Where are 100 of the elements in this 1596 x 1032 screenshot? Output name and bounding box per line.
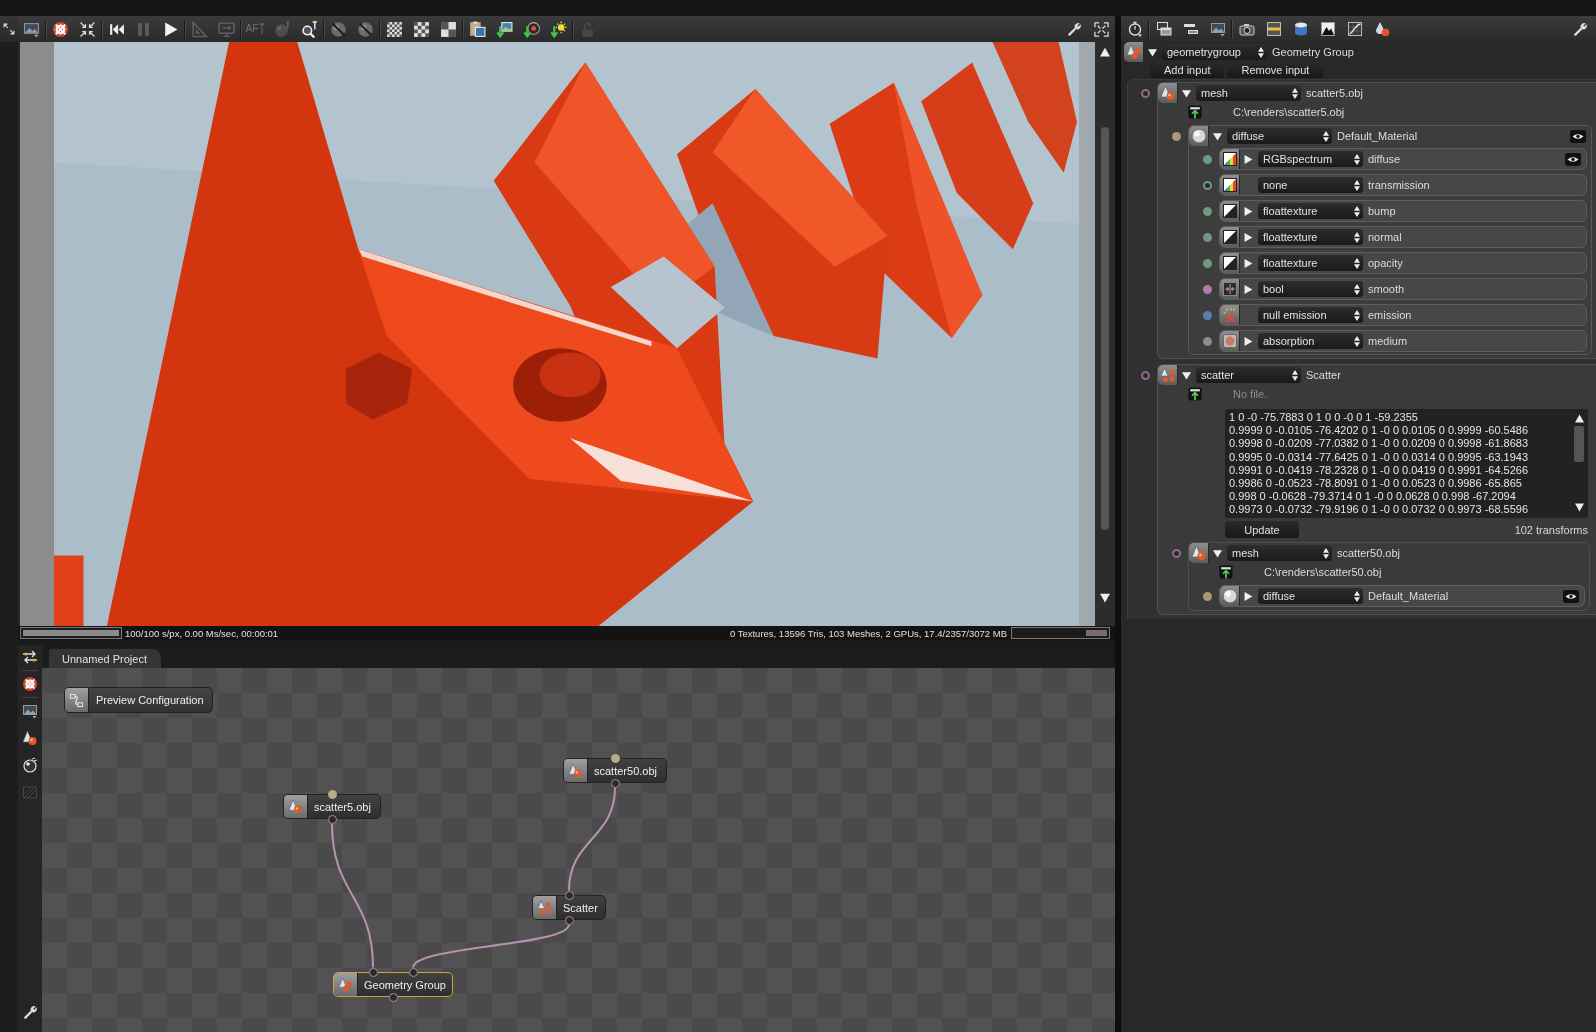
triangle-icon[interactable]	[1213, 548, 1222, 558]
upload-icon[interactable]	[1188, 105, 1202, 119]
port-icon[interactable]	[1172, 548, 1181, 558]
sphere-slash-icon[interactable]	[330, 20, 347, 38]
eye-icon[interactable]	[1570, 129, 1586, 143]
sphere-icon[interactable]	[22, 757, 38, 773]
port-icon[interactable]	[1203, 232, 1212, 242]
wrench-icon[interactable]	[22, 1005, 38, 1020]
wrench-icon[interactable]	[1573, 21, 1588, 37]
port-icon[interactable]	[1203, 336, 1212, 346]
port-icon[interactable]	[368, 967, 378, 977]
striped-square-icon[interactable]	[1265, 21, 1282, 37]
triangle-icon[interactable]	[1244, 591, 1253, 601]
type-dropdown[interactable]: mesh	[1227, 545, 1332, 561]
play-icon[interactable]	[162, 20, 179, 38]
sphere-icon[interactable]	[1189, 126, 1209, 146]
up-arrow-icon[interactable]	[1573, 414, 1585, 423]
image-icon[interactable]	[22, 703, 38, 719]
type-dropdown[interactable]: none	[1258, 177, 1363, 193]
stacked-windows-icon[interactable]	[1155, 21, 1172, 37]
cone-spheres-icon[interactable]	[1124, 42, 1144, 62]
wrench-icon[interactable]	[1067, 21, 1082, 37]
port-icon[interactable]	[327, 789, 337, 799]
upload-icon[interactable]	[1188, 387, 1202, 401]
sphere-icon[interactable]	[1220, 586, 1240, 606]
port-icon[interactable]	[564, 915, 574, 925]
bars-icon[interactable]	[1182, 21, 1199, 37]
type-dropdown[interactable]: diffuse	[1227, 128, 1332, 144]
sphere-swatch-icon[interactable]	[1220, 331, 1240, 351]
eye-icon[interactable]	[1565, 152, 1581, 166]
swap-arrows-icon[interactable]	[22, 649, 38, 665]
disc-arrow-icon[interactable]	[523, 20, 540, 38]
triangle-icon[interactable]	[1182, 370, 1191, 380]
fine-checker-icon[interactable]	[386, 20, 403, 38]
triangle-icon[interactable]	[1182, 88, 1191, 98]
camera-icon[interactable]	[1238, 21, 1255, 37]
down-arrow-icon[interactable]	[1099, 593, 1111, 603]
checker-icon[interactable]	[413, 20, 430, 38]
toggle-icon[interactable]	[1220, 279, 1240, 299]
port-icon[interactable]	[327, 814, 337, 824]
scrollbar-thumb[interactable]	[1574, 426, 1584, 462]
type-dropdown[interactable]: floattexture	[1258, 203, 1363, 219]
port-icon[interactable]	[1141, 88, 1150, 98]
port-icon[interactable]	[1203, 154, 1212, 164]
port-icon[interactable]	[1203, 591, 1212, 601]
up-arrow-icon[interactable]	[1099, 47, 1111, 57]
triangle-icon[interactable]	[1244, 284, 1253, 294]
graph-node[interactable]: scatter50.obj	[563, 758, 667, 783]
coarse-checker-icon[interactable]	[440, 20, 457, 38]
image-icon[interactable]	[1209, 21, 1226, 37]
type-dropdown[interactable]: bool	[1258, 281, 1363, 297]
type-dropdown[interactable]: floattexture	[1258, 229, 1363, 245]
expand-icon[interactable]	[3, 23, 15, 35]
cross-rays-icon[interactable]	[1220, 305, 1240, 325]
grayscale-swatch-icon[interactable]	[1220, 253, 1240, 273]
fullscreen-icon[interactable]	[1094, 21, 1109, 37]
sphere-slash-icon[interactable]	[357, 20, 374, 38]
type-dropdown[interactable]: floattexture	[1258, 255, 1363, 271]
triangle-icon[interactable]	[1244, 258, 1253, 268]
mountain-icon[interactable]	[1319, 21, 1336, 37]
triangle-icon[interactable]	[1148, 47, 1157, 57]
graph-icon[interactable]	[1346, 21, 1363, 37]
transforms-field[interactable]: 1 0 -0 -75.7883 0 1 0 0 -0 0 1 -59.2355 0.9999 0 -0.0105 -76.4202 0 1 -0 0 0.0105 0 0.9999 -60.5486 0.9998 0 -0.0209 -77.0382 0 1 -0 0 0.0209 0 0.9998 -61.8683 0.9995 0 -0.0314 -77.6425 0 1 -0 0 0.0314 0 0.9995 -63.1943 0.9991 0 -0.0419 -78.2328 0 1 -0 0 0.0419 0 0.9991 -64.5266 0.9986 0 -0.0523 -78.8091 0 1 -0 0 0.0523 0 0.9986 -65.865 0.998 0 -0.0628 -79.3714 0 1 -0 0 0.0628 0 0.998 -67.2094 0.9973 0 -0.0732 -79.9196 0 1 -0 0 0.0732 0 0.9973 -68.5596	[1225, 409, 1588, 518]
project-tab[interactable]: Unnamed Project	[49, 649, 161, 668]
port-icon[interactable]	[1172, 131, 1181, 141]
target-icon[interactable]	[52, 20, 69, 38]
port-icon[interactable]	[610, 778, 620, 788]
port-icon[interactable]	[408, 967, 418, 977]
scrollbar-thumb[interactable]	[1101, 127, 1109, 530]
port-icon[interactable]	[1203, 206, 1212, 216]
update-button[interactable]: Update	[1225, 521, 1299, 538]
magnifier-pin-icon[interactable]	[301, 20, 318, 38]
down-arrow-icon[interactable]	[1573, 503, 1585, 512]
port-icon[interactable]	[1141, 370, 1150, 380]
graph-node[interactable]: Geometry Group	[333, 972, 453, 997]
type-dropdown[interactable]: diffuse	[1258, 588, 1363, 604]
triangle-icon[interactable]	[1244, 206, 1253, 216]
scattered-spheres-icon[interactable]	[1158, 365, 1178, 385]
gradient-swatch-icon[interactable]	[1220, 149, 1240, 169]
graph-node[interactable]: scatter5.obj	[283, 794, 381, 819]
image-arrow-icon[interactable]	[496, 20, 513, 38]
port-icon[interactable]	[1203, 180, 1212, 190]
sun-arrow-icon[interactable]	[550, 20, 567, 38]
upload-icon[interactable]	[1219, 565, 1233, 579]
grayscale-swatch-icon[interactable]	[1220, 201, 1240, 221]
cone-sphere-icon[interactable]	[22, 730, 38, 746]
grayscale-swatch-icon[interactable]	[1220, 227, 1240, 247]
cylinder-icon[interactable]	[1292, 21, 1309, 37]
type-dropdown[interactable]: absorption	[1258, 333, 1363, 349]
clipboard-icon[interactable]	[469, 20, 486, 38]
type-dropdown[interactable]: geometrygroup	[1162, 44, 1267, 60]
port-icon[interactable]	[388, 992, 398, 1002]
type-dropdown[interactable]: mesh	[1196, 85, 1301, 101]
preview-configuration-button[interactable]: Preview Configuration	[64, 687, 213, 713]
stopwatch-icon[interactable]	[1126, 21, 1143, 37]
triangle-icon[interactable]	[1244, 336, 1253, 346]
triangle-icon[interactable]	[1213, 131, 1222, 141]
eye-icon[interactable]	[1563, 589, 1579, 603]
port-icon[interactable]	[564, 890, 574, 900]
image-icon[interactable]	[23, 20, 40, 38]
